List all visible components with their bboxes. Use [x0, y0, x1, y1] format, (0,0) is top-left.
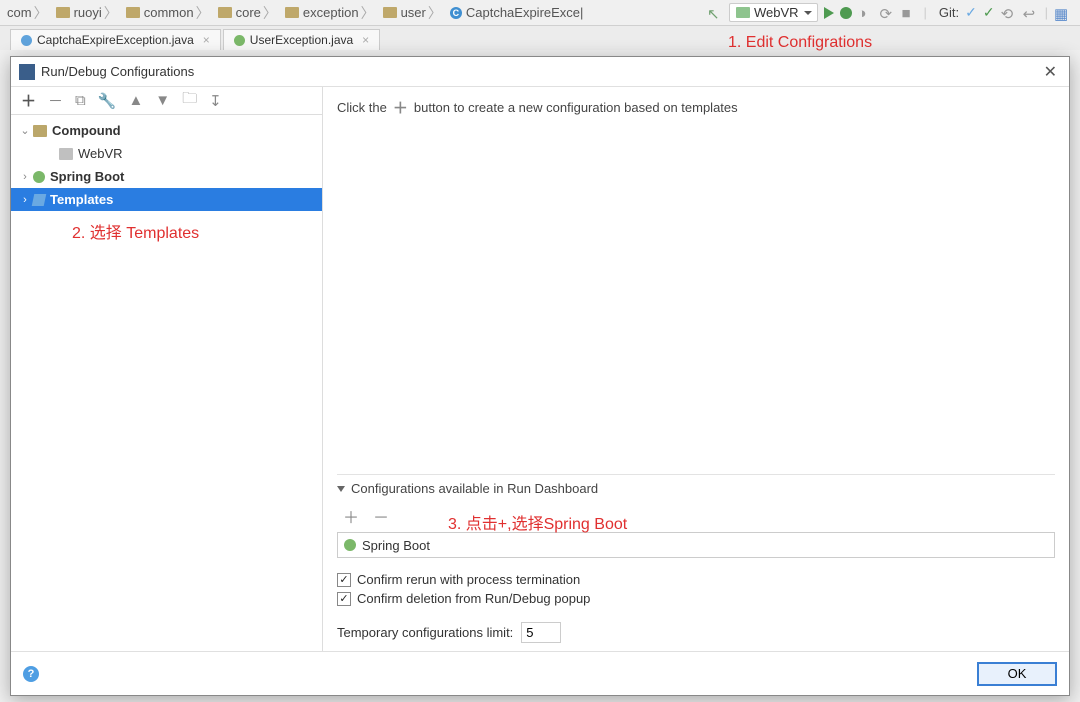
tree-node-templates[interactable]: › Templates [11, 188, 322, 211]
git-label: Git: [939, 5, 959, 20]
breadcrumb-item[interactable]: core〉 [215, 3, 282, 23]
dialog-footer: ? OK [11, 651, 1069, 695]
dashboard-header[interactable]: Configurations available in Run Dashboar… [337, 481, 1055, 496]
run-debug-dialog: Run/Debug Configurations ✕ ＋ － ⧉ 🔧 ▲ ▼ 🗀… [10, 56, 1070, 696]
class-icon: C [450, 7, 462, 19]
remove-icon[interactable]: － [48, 90, 63, 111]
structure-icon[interactable]: ▦ [1054, 5, 1070, 21]
app-icon [19, 64, 35, 80]
confirm-rerun-row[interactable]: Confirm rerun with process termination [337, 572, 1055, 587]
breadcrumb-item[interactable]: ruoyi〉 [53, 3, 123, 23]
temp-limit-row: Temporary configurations limit: [337, 622, 1055, 643]
dialog-title: Run/Debug Configurations [41, 64, 194, 79]
down-icon[interactable]: ▼ [155, 92, 170, 109]
profile-icon[interactable]: ⟳ [880, 5, 896, 21]
tree-node-compound[interactable]: ⌄ Compound [11, 119, 322, 142]
package-icon [56, 7, 70, 18]
package-icon [383, 7, 397, 18]
vcs-update-icon[interactable]: ✓ [965, 4, 977, 21]
java-icon [234, 35, 245, 46]
plus-icon: ＋ [393, 97, 408, 118]
vcs-history-icon[interactable]: ⟲ [1001, 5, 1017, 21]
folder-icon[interactable]: 🗀 [182, 88, 197, 113]
expand-icon[interactable]: › [19, 171, 31, 183]
breadcrumb-item[interactable]: common〉 [123, 3, 215, 23]
close-icon[interactable]: × [362, 33, 369, 47]
run-config-selector[interactable]: WebVR [729, 3, 818, 22]
add-icon[interactable]: ＋ [21, 90, 36, 111]
debug-icon[interactable] [840, 7, 852, 19]
confirm-delete-row[interactable]: Confirm deletion from Run/Debug popup [337, 591, 1055, 606]
breadcrumb-bar: com〉 ruoyi〉 common〉 core〉 exception〉 use… [0, 0, 1080, 26]
help-icon[interactable]: ? [23, 666, 39, 682]
remove-icon[interactable]: － [373, 504, 389, 528]
temp-limit-label: Temporary configurations limit: [337, 625, 513, 640]
ok-button[interactable]: OK [977, 662, 1057, 686]
breadcrumb-item[interactable]: com〉 [4, 3, 53, 23]
checkbox-icon[interactable] [337, 573, 351, 587]
vcs-revert-icon[interactable]: ↩ [1023, 5, 1039, 21]
close-icon[interactable]: ✕ [1040, 62, 1061, 82]
up-icon[interactable]: ▲ [128, 92, 143, 109]
tree-node-webvr[interactable]: WebVR [11, 142, 322, 165]
package-icon [126, 7, 140, 18]
spring-icon [33, 171, 45, 183]
checkbox-icon[interactable] [337, 592, 351, 606]
dialog-titlebar: Run/Debug Configurations ✕ [11, 57, 1069, 87]
copy-icon[interactable]: ⧉ [75, 92, 86, 109]
editor-tab-row: CaptchaExpireException.java × UserExcept… [0, 26, 1080, 50]
dashboard-list-item[interactable]: Spring Boot [337, 532, 1055, 558]
dashboard-section: Configurations available in Run Dashboar… [337, 470, 1055, 643]
editor-tab[interactable]: UserException.java × [223, 29, 380, 50]
config-tree: ⌄ Compound WebVR › Spring Boot › Templat… [11, 115, 322, 651]
sort-icon[interactable]: ↧ [209, 92, 222, 110]
breadcrumb-item[interactable]: exception〉 [282, 3, 380, 23]
package-icon [285, 7, 299, 18]
temp-limit-input[interactable] [521, 622, 561, 643]
expand-icon[interactable]: › [19, 194, 31, 206]
dashboard-toolbar: ＋ － [337, 502, 1055, 530]
coverage-icon[interactable]: ◑ [858, 5, 874, 21]
spring-icon [344, 539, 356, 551]
run-icon[interactable] [824, 7, 834, 19]
folder-icon [33, 125, 47, 137]
config-tree-toolbar: ＋ － ⧉ 🔧 ▲ ▼ 🗀 ↧ [11, 87, 322, 115]
breadcrumb-item[interactable]: user〉 [380, 3, 447, 23]
vcs-commit-icon[interactable]: ✓ [983, 4, 995, 21]
template-icon [32, 194, 47, 206]
module-icon [736, 7, 750, 18]
hammer-icon[interactable]: ↖ [707, 5, 723, 21]
java-icon [21, 35, 32, 46]
stop-icon[interactable]: ■ [902, 5, 918, 21]
breadcrumb-item[interactable]: CCaptchaExpireExce| [447, 5, 587, 20]
editor-tab[interactable]: CaptchaExpireException.java × [10, 29, 221, 50]
close-icon[interactable]: × [203, 33, 210, 47]
folder-icon [59, 148, 73, 160]
package-icon [218, 7, 232, 18]
collapse-icon[interactable]: ⌄ [19, 124, 31, 137]
chevron-down-icon [337, 486, 345, 492]
add-icon[interactable]: ＋ [343, 504, 359, 528]
wrench-icon[interactable]: 🔧 [98, 92, 117, 110]
templates-hint: Click the ＋ button to create a new confi… [337, 97, 1055, 118]
config-detail-panel: Click the ＋ button to create a new confi… [323, 87, 1069, 651]
config-tree-panel: ＋ － ⧉ 🔧 ▲ ▼ 🗀 ↧ ⌄ Compound WebVR [11, 87, 323, 651]
tree-node-spring-boot[interactable]: › Spring Boot [11, 165, 322, 188]
toolbar-right: ↖ WebVR ◑ ⟳ ■ | Git: ✓ ✓ ⟲ ↩ | ▦ [707, 3, 1080, 22]
